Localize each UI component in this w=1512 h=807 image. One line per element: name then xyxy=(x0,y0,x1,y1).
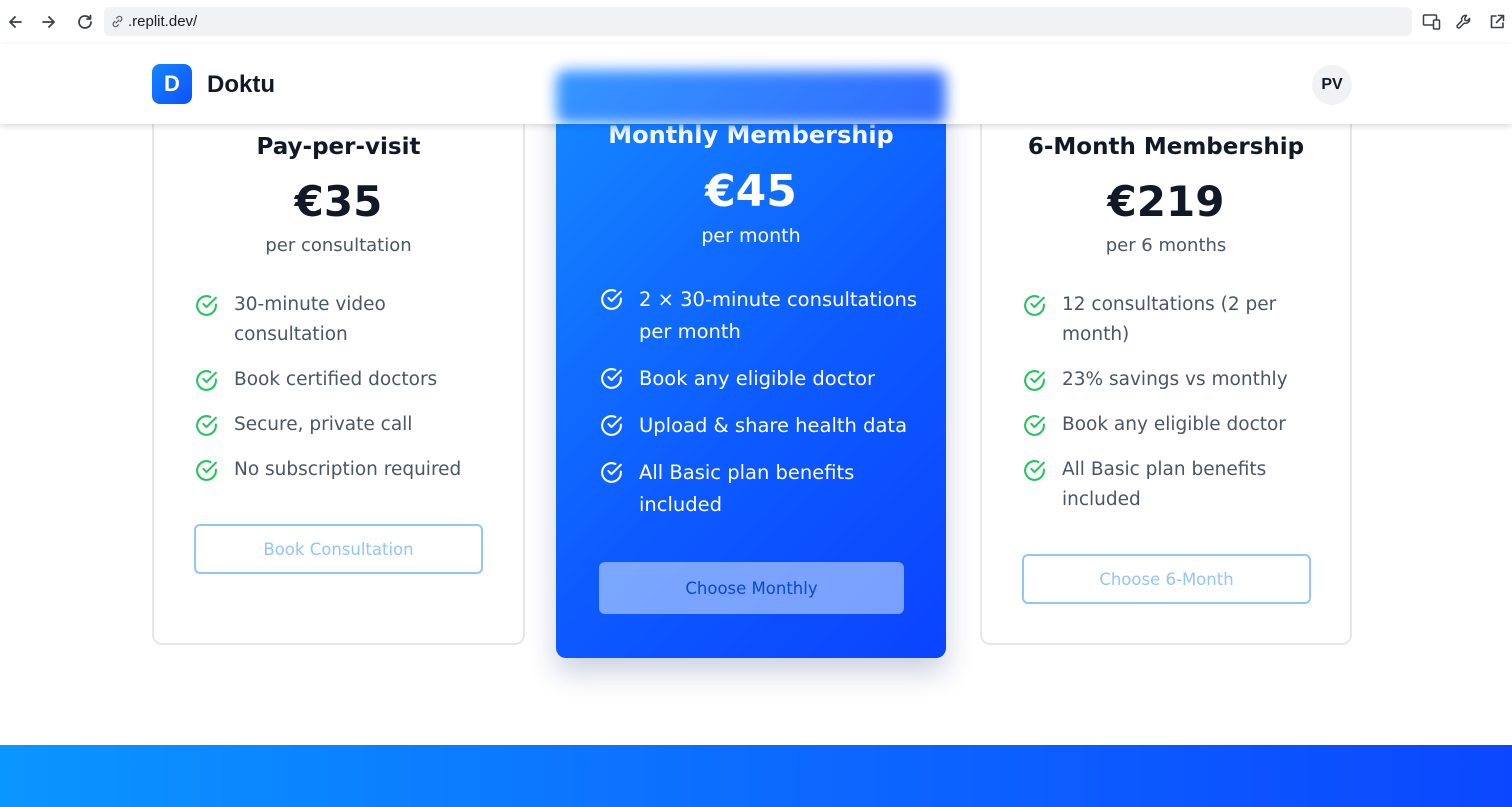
plan-title: Monthly Membership xyxy=(608,121,894,149)
feature-text: All Basic plan benefits included xyxy=(1062,459,1267,510)
check-circle-icon xyxy=(196,370,217,391)
plan-title: 6-Month Membership xyxy=(1027,134,1305,160)
url-text: .replit.dev/ xyxy=(128,13,198,30)
feature-text: 23% savings vs monthly xyxy=(1062,369,1288,390)
plan-price: €45 xyxy=(705,166,797,217)
reload-button[interactable] xyxy=(73,10,97,34)
check-circle-icon xyxy=(601,368,622,389)
feature-text: All Basic plan benefits included xyxy=(639,461,855,516)
plan-card-6-month: 6-Month Membership €219 per 6 months 12 … xyxy=(980,100,1352,645)
feature-text: 30-minute video consultation xyxy=(234,294,386,345)
plan-card-monthly: Monthly Membership €45 per month 2 × 30-… xyxy=(556,70,946,658)
plan-period: per month xyxy=(701,225,801,247)
plan-title: Pay-per-visit xyxy=(256,134,421,160)
feature-text: Secure, private call xyxy=(234,414,413,435)
feature-text: Book certified doctors xyxy=(234,369,438,390)
user-avatar[interactable]: PV xyxy=(1312,65,1352,105)
devices-button[interactable] xyxy=(1421,11,1443,33)
feature-item: No subscription required xyxy=(194,455,494,485)
feature-item: 30-minute video consultation xyxy=(194,290,494,350)
feature-text: 2 × 30-minute consultations per month xyxy=(639,288,918,343)
check-circle-icon xyxy=(1024,295,1045,316)
choose-6-month-button[interactable]: Choose 6-Month xyxy=(1022,554,1311,604)
feature-text: Book any eligible doctor xyxy=(639,367,876,390)
plan-features: 30-minute video consultation Book certif… xyxy=(194,290,494,485)
arrow-left-icon xyxy=(9,16,22,28)
brand-name[interactable]: Doktu xyxy=(207,71,275,99)
back-button[interactable] xyxy=(3,10,27,34)
feature-item: Book any eligible doctor xyxy=(599,363,921,395)
open-new-tab-button[interactable] xyxy=(1486,11,1508,33)
devices-icon xyxy=(1422,14,1441,30)
choose-monthly-button[interactable]: Choose Monthly xyxy=(599,562,904,614)
check-circle-icon xyxy=(1024,460,1045,481)
address-bar[interactable]: .replit.dev/ xyxy=(104,7,1412,36)
plan-price: €35 xyxy=(294,177,383,226)
wrench-icon xyxy=(1456,14,1471,29)
logo-icon[interactable]: D xyxy=(152,64,192,104)
feature-item: All Basic plan benefits included xyxy=(599,457,921,521)
check-circle-icon xyxy=(196,415,217,436)
featured-card-blur xyxy=(556,70,946,124)
feature-item: All Basic plan benefits included xyxy=(1022,455,1322,515)
check-circle-icon xyxy=(1024,370,1045,391)
feature-item: Upload & share health data xyxy=(599,410,921,442)
plan-period: per 6 months xyxy=(1105,235,1227,256)
feature-item: Book any eligible doctor xyxy=(1022,410,1322,440)
book-consultation-button[interactable]: Book Consultation xyxy=(194,524,483,574)
plan-features: 2 × 30-minute consultations per month Bo… xyxy=(599,284,921,521)
check-circle-icon xyxy=(601,462,622,483)
check-circle-icon xyxy=(601,289,622,310)
check-circle-icon xyxy=(196,295,217,316)
plan-features: 12 consultations (2 per month) 23% savin… xyxy=(1022,290,1322,515)
external-link-icon xyxy=(1490,14,1505,29)
plan-period: per consultation xyxy=(265,235,412,256)
link-icon xyxy=(112,15,123,28)
arrow-right-icon xyxy=(42,16,55,28)
plan-card-pay-per-visit: Pay-per-visit €35 per consultation 30-mi… xyxy=(152,100,525,645)
feature-item: 12 consultations (2 per month) xyxy=(1022,290,1322,350)
feature-text: Upload & share health data xyxy=(639,414,908,437)
feature-item: 2 × 30-minute consultations per month xyxy=(599,284,921,348)
tools-button[interactable] xyxy=(1453,11,1475,33)
reload-icon xyxy=(78,14,92,29)
feature-item: 23% savings vs monthly xyxy=(1022,365,1322,395)
feature-item: Secure, private call xyxy=(194,410,494,440)
forward-button[interactable] xyxy=(37,10,61,34)
feature-item: Book certified doctors xyxy=(194,365,494,395)
browser-toolbar: .replit.dev/ xyxy=(0,0,1512,44)
feature-text: No subscription required xyxy=(234,459,462,480)
check-circle-icon xyxy=(601,415,622,436)
footer-banner xyxy=(0,745,1512,807)
site-header: D Doktu PV xyxy=(0,44,1512,124)
check-circle-icon xyxy=(1024,415,1045,436)
feature-text: 12 consultations (2 per month) xyxy=(1062,294,1277,345)
feature-text: Book any eligible doctor xyxy=(1062,414,1286,435)
plan-price: €219 xyxy=(1107,177,1225,226)
check-circle-icon xyxy=(196,460,217,481)
